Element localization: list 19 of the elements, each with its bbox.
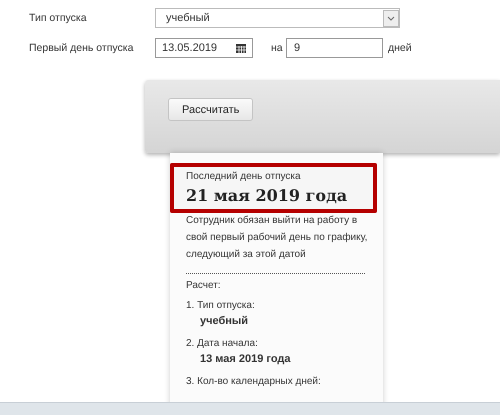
calendar-icon bbox=[236, 44, 246, 52]
field-label: на bbox=[271, 42, 284, 54]
step-label: 3. Кол-во календарных дней: bbox=[186, 375, 322, 389]
field-label: Первый день отпуска bbox=[29, 42, 134, 54]
step-value: 13 мая 2019 года bbox=[199, 352, 292, 367]
calculation-title: Расчет: bbox=[185, 279, 222, 293]
field-label: Тип отпуска bbox=[29, 12, 88, 24]
result-caption: Последний день отпуска bbox=[186, 171, 302, 182]
unit-label: дней bbox=[388, 42, 412, 54]
step-value: учебный bbox=[199, 314, 250, 329]
leave-type-dropdown[interactable]: учебный bbox=[155, 8, 400, 28]
step-label: 1. Тип отпуска: bbox=[186, 299, 256, 313]
date-field[interactable]: 13.05.2019 bbox=[155, 38, 253, 58]
step-label: 2. Дата начала: bbox=[186, 337, 259, 351]
result-note: Сотрудник обязан выйти на работу в свой первый рабочий день по графику, следующий за этой датой bbox=[185, 214, 368, 262]
caret-icon bbox=[383, 10, 399, 26]
result-date: 21 мая 2019 года bbox=[186, 186, 348, 205]
calculate-button[interactable]: Рассчитать bbox=[168, 98, 254, 121]
days-field[interactable]: 9 bbox=[286, 38, 383, 58]
